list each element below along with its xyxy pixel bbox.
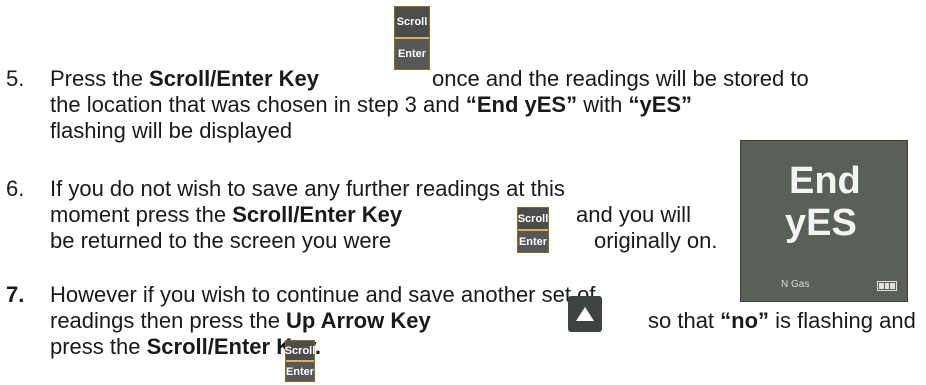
- display-line-end: End: [789, 160, 861, 202]
- up-arrow-icon: [576, 307, 594, 321]
- step-6-line-3b: originally on.: [594, 228, 718, 254]
- step-6-scroll-enter-key-label: Scroll/Enter Key: [232, 202, 403, 227]
- step-5-scroll-enter-key-label: Scroll/Enter Key: [149, 66, 319, 91]
- step-5-line-1: Press the Scroll/Enter Key: [50, 66, 319, 92]
- display-gas-label: N Gas: [781, 279, 810, 290]
- step-5-line-3-text: flashing will be displayed: [50, 118, 293, 143]
- step-5-with: with: [577, 92, 629, 117]
- up-arrow-key-icon: [568, 296, 602, 332]
- enter-label: Enter: [395, 37, 429, 69]
- step-6-line-2-pre: moment press the: [50, 202, 233, 227]
- step-5-line-3: flashing will be displayed: [50, 118, 292, 144]
- scroll-label: Scroll: [285, 341, 315, 360]
- step-7-line-2b: so that “no” is flashing and: [648, 308, 916, 334]
- scroll-enter-key-icon: Scroll Enter: [394, 6, 430, 70]
- step-5-line-1b-text: once and the readings will be stored to: [432, 66, 809, 91]
- step-5-yes: “yES”: [628, 92, 693, 117]
- step-6-number: 6.: [6, 176, 25, 201]
- step-7-up-arrow-key-label: Up Arrow Key: [286, 308, 431, 333]
- step-5-end-yes: “End yES”: [465, 92, 578, 117]
- step-7-number: 7.: [6, 282, 25, 307]
- battery-icon: [877, 281, 897, 291]
- step-7-line-3: press the Scroll/Enter Key.: [50, 334, 321, 360]
- step-7-line-1-text: However if you wish to continue and save…: [50, 282, 596, 307]
- step-6-line-3-pre: be returned to the screen you were: [50, 228, 392, 253]
- scroll-enter-key-icon: Scroll Enter: [517, 207, 549, 253]
- step-5-line-1-pre: Press the: [50, 66, 150, 91]
- step-7-so-that: so that: [648, 308, 721, 333]
- enter-label: Enter: [518, 229, 548, 252]
- step-5-number: 5.: [6, 66, 25, 91]
- step-5-line-1b: once and the readings will be stored to: [432, 66, 809, 92]
- scroll-label: Scroll: [518, 208, 548, 229]
- step-6-line-1: If you do not wish to save any further r…: [50, 176, 565, 202]
- step-6-line-2b: and you will: [576, 202, 691, 228]
- step-7-line-2-pre: readings then press the: [50, 308, 287, 333]
- step-6-line-2: moment press the Scroll/Enter Key: [50, 202, 402, 228]
- step-5-line-2: the location that was chosen in step 3 a…: [50, 92, 692, 118]
- device-display: End yES N Gas: [740, 140, 908, 302]
- enter-label: Enter: [286, 360, 314, 381]
- step-6-line-3: be returned to the screen you were: [50, 228, 391, 254]
- step-6-line-3b-text: originally on.: [594, 228, 718, 253]
- step-7-line-2: readings then press the Up Arrow Key: [50, 308, 431, 334]
- step-6-line-2b-text: and you will: [576, 202, 691, 227]
- step-7-line-1: However if you wish to continue and save…: [50, 282, 595, 308]
- step-5-line-2-text: the location that was chosen in step 3 a…: [50, 92, 466, 117]
- scroll-enter-key-icon: Scroll Enter: [285, 340, 315, 382]
- step-7-line-3-pre: press the: [50, 334, 147, 359]
- step-6-line-1-text: If you do not wish to save any further r…: [50, 176, 565, 201]
- scroll-label: Scroll: [395, 7, 429, 37]
- step-7-no: “no”: [720, 308, 770, 333]
- step-7-is-flashing: is flashing and: [769, 308, 916, 333]
- display-line-yes: yES: [785, 202, 857, 244]
